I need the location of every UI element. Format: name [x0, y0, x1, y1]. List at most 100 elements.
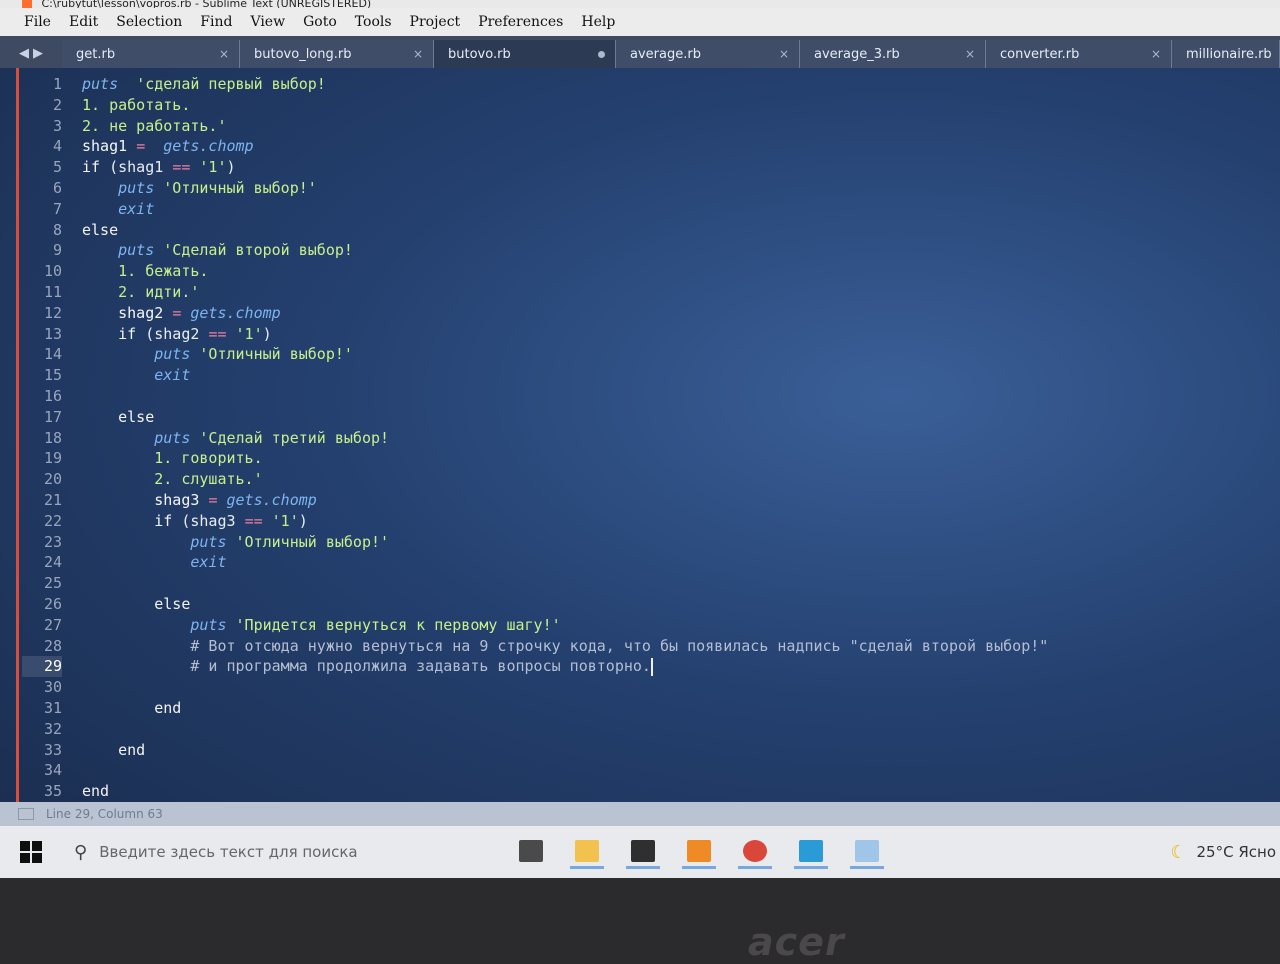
line-number: 3 [52, 116, 62, 135]
code-line[interactable]: 2. идти.' [82, 282, 1262, 303]
code-line[interactable]: 2. слушать.' [82, 469, 1262, 490]
code-line[interactable]: shag2 = gets.chomp [82, 303, 1262, 324]
code-line[interactable]: 1. говорить. [82, 448, 1262, 469]
code-line[interactable]: 1. бежать. [82, 261, 1262, 282]
code-token: 'Сделай второй выбор! [154, 241, 353, 260]
arrow-right-icon[interactable]: ▶ [33, 46, 43, 61]
search-input[interactable]: Введите здесь текст для поиска [99, 843, 357, 861]
code-line[interactable]: puts 'Отличный выбор!' [82, 178, 1262, 199]
menu-file[interactable]: File [24, 14, 51, 30]
taskbar-file-explorer[interactable] [570, 835, 604, 869]
close-icon[interactable]: × [413, 47, 423, 61]
tab-bar: ◀ ▶ get.rb × butovo_long.rb × butovo.rb avera… [0, 36, 1280, 68]
sublime-app-icon [22, 0, 32, 8]
code-line[interactable]: shag3 = gets.chomp [82, 490, 1262, 511]
code-editor[interactable]: 1 2 3 4 5 6 7 8 9 10 11 12 13 14 15 16 17 18 19 20 21 22 23 24 2… [0, 68, 1280, 802]
code-line[interactable]: puts 'Придется вернуться к первому шагу!… [82, 615, 1262, 636]
menu-goto[interactable]: Goto [303, 14, 337, 30]
tab-butovo-rb[interactable]: butovo.rb [434, 40, 616, 68]
code-line[interactable]: puts 'сделай первый выбор! [82, 74, 1262, 95]
windows-start-icon[interactable] [20, 841, 42, 863]
close-icon[interactable]: × [965, 47, 975, 61]
code-line[interactable]: end [82, 740, 1262, 761]
code-line[interactable] [82, 719, 1262, 740]
taskbar-paint[interactable] [850, 835, 884, 869]
tab-butovo-long-rb[interactable]: butovo_long.rb × [240, 40, 434, 68]
close-icon[interactable]: × [1151, 47, 1161, 61]
code-line[interactable]: # Вот отсюда нужно вернуться на 9 строчк… [82, 636, 1262, 657]
line-number: 33 [43, 740, 62, 759]
menu-view[interactable]: View [250, 14, 285, 30]
code-line[interactable]: shag1 = gets.chomp [82, 136, 1262, 157]
line-number: 19 [43, 449, 62, 468]
code-line[interactable]: 2. не работать.' [82, 116, 1262, 137]
taskbar-task-view[interactable] [514, 835, 548, 869]
arrow-left-icon[interactable]: ◀ [19, 46, 29, 61]
menu-selection[interactable]: Selection [116, 14, 182, 30]
line-number: 25 [43, 574, 62, 593]
taskbar-chrome[interactable] [738, 835, 772, 869]
menu-help[interactable]: Help [581, 14, 615, 30]
screen: C:\rubytut\lesson\vopros.rb - Sublime Te… [0, 0, 1280, 878]
code-token: gets [163, 137, 200, 156]
tab-nav-arrows[interactable]: ◀ ▶ [0, 38, 62, 68]
menu-project[interactable]: Project [410, 14, 461, 30]
code-line[interactable]: exit [82, 365, 1262, 386]
code-line[interactable]: 1. работать. [82, 95, 1262, 116]
tab-average-rb[interactable]: average.rb × [616, 40, 800, 68]
code-line[interactable]: else [82, 220, 1262, 241]
code-line[interactable]: exit [82, 199, 1262, 220]
code-line[interactable]: puts 'Отличный выбор!' [82, 532, 1262, 553]
code-line[interactable]: # и программа продолжила задавать вопрос… [82, 656, 1262, 677]
code-token: if [154, 511, 182, 530]
code-line[interactable]: end [82, 781, 1262, 802]
menu-find[interactable]: Find [200, 14, 232, 30]
code-line[interactable]: if (shag2 == '1') [82, 324, 1262, 345]
line-number: 4 [52, 137, 62, 156]
code-line[interactable]: end [82, 698, 1262, 719]
menu-preferences[interactable]: Preferences [478, 14, 563, 30]
code-line[interactable]: puts 'Отличный выбор!' [82, 344, 1262, 365]
code-line[interactable]: puts 'Сделай второй выбор! [82, 240, 1262, 261]
code-line[interactable]: else [82, 594, 1262, 615]
code-line[interactable]: if (shag3 == '1') [82, 511, 1262, 532]
code-line[interactable]: puts 'Сделай третий выбор! [82, 428, 1262, 449]
menu-tools[interactable]: Tools [355, 14, 392, 30]
taskbar-terminal[interactable] [626, 835, 660, 869]
code-token: (shag2 [145, 324, 209, 343]
laptop-bezel: acer [0, 878, 1280, 964]
code-line[interactable] [82, 760, 1262, 781]
weather-text[interactable]: 25°C Ясно [1197, 843, 1276, 861]
close-icon[interactable]: × [779, 47, 789, 61]
code-line[interactable]: else [82, 407, 1262, 428]
panel-toggle-icon[interactable] [18, 808, 34, 820]
code-line[interactable] [82, 573, 1262, 594]
unsaved-dot-icon[interactable] [598, 50, 605, 58]
tab-millionaire-rb[interactable]: millionaire.rb [1172, 40, 1280, 68]
code-token: shag1 [82, 137, 137, 156]
code-token: puts [118, 178, 155, 197]
code-line[interactable]: if (shag1 == '1') [82, 157, 1262, 178]
tab-get-rb[interactable]: get.rb × [62, 40, 240, 68]
code-line[interactable] [82, 677, 1262, 698]
taskbar-sublime-text[interactable] [682, 835, 716, 869]
taskbar-search[interactable]: ⚲ Введите здесь текст для поиска [74, 842, 474, 863]
code-line[interactable] [82, 386, 1262, 407]
line-number-gutter: 1 2 3 4 5 6 7 8 9 10 11 12 13 14 15 16 17 18 19 20 21 22 23 24 2… [22, 74, 62, 802]
weather-moon-icon[interactable]: ☾ [1170, 842, 1186, 863]
code-token: 1. бежать. [118, 262, 209, 281]
tab-label: average_3.rb [814, 46, 900, 62]
taskbar-photos[interactable] [794, 835, 828, 869]
menu-edit[interactable]: Edit [69, 14, 98, 30]
code-area[interactable]: puts 'сделай первый выбор! 1. работать. 2.… [82, 74, 1262, 802]
code-line[interactable]: exit [82, 552, 1262, 573]
tab-converter-rb[interactable]: converter.rb × [986, 40, 1172, 68]
close-icon[interactable]: × [219, 47, 229, 61]
code-token: end [82, 782, 110, 801]
tab-average-3-rb[interactable]: average_3.rb × [800, 40, 986, 68]
